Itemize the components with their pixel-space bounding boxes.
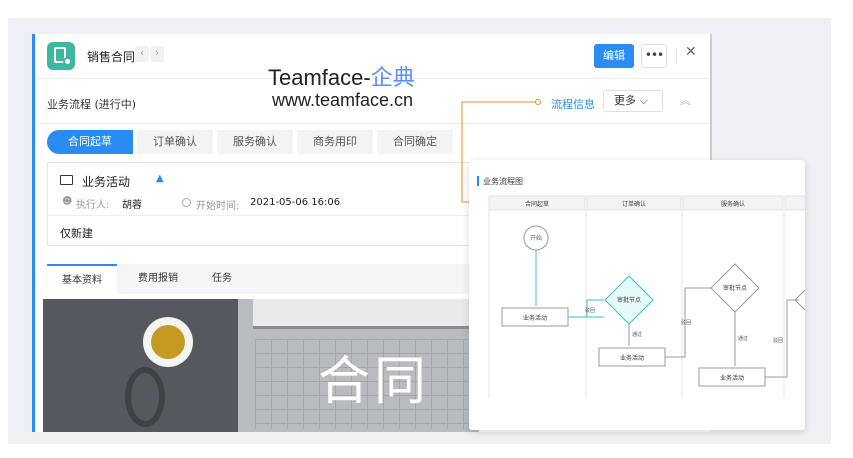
edge-reject-2: 驳回 [681,319,691,326]
approve-node-1: 审批节点 [617,296,641,304]
lane-order-confirm: 订单确认 [622,200,646,208]
activity-node-1: 业务活动 [523,314,547,322]
activity-node-2: 业务活动 [620,354,644,362]
edge-reject-1: 驳回 [585,307,595,314]
lane-service-confirm: 服务确认 [721,200,745,208]
edge-reject-3: 驳回 [773,337,783,344]
start-node: 开始 [530,234,542,242]
activity-node-3: 业务活动 [720,374,744,382]
flow-diagram-svg: 合同起草 订单确认 服务确认 开始 业务活动 驳回 审批节点 通过 业务活动 驳… [488,195,805,398]
edge-pass-1: 通过 [632,331,642,338]
lane-contract-draft: 合同起草 [525,200,549,208]
flow-diagram-popup: 业务流程图 合同起草 订单确认 服务确认 开始 业务活动 驳回 审批节点 通过 … [469,160,805,430]
edge-pass-2: 通过 [738,335,748,342]
approve-node-2: 审批节点 [723,284,747,292]
